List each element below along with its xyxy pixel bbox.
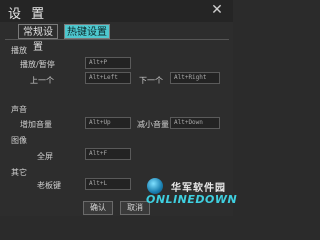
label-play-pause: 播放/暂停 (20, 60, 55, 69)
hotkey-field-next[interactable]: Alt+Right (170, 72, 220, 84)
tab-hotkey-settings[interactable]: 热键设置 (64, 24, 110, 39)
label-volume-down: 减小音量 (137, 120, 169, 129)
hotkey-field-fullscreen[interactable]: Alt+F (85, 148, 131, 160)
label-next: 下一个 (139, 76, 163, 85)
tab-general-settings[interactable]: 常规设置 (18, 24, 58, 53)
section-heading-volume: 声音 (11, 105, 27, 114)
tab-divider (5, 39, 229, 40)
section-heading-image: 图像 (11, 136, 27, 145)
window-title: 设 置 (8, 7, 48, 22)
watermark-top-text: 华军软件园 (171, 183, 226, 194)
hotkey-field-play-pause[interactable]: Alt+P (85, 57, 131, 69)
watermark-logo: 华军软件园 ONLINEDOWN (143, 177, 237, 216)
label-volume-up: 增加音量 (20, 120, 52, 129)
settings-window: 设 置 ✕ 常规设置 热键设置 播放 播放/暂停 Alt+P 上一个 Alt+L… (0, 0, 237, 216)
ok-button[interactable]: 确认 (83, 201, 113, 215)
globe-icon (147, 178, 163, 194)
hotkey-field-previous[interactable]: Alt+Left (85, 72, 131, 84)
label-previous: 上一个 (30, 76, 54, 85)
close-icon[interactable]: ✕ (210, 3, 224, 17)
title-bar: 设 置 ✕ (0, 0, 233, 22)
watermark-bottom-text: ONLINEDOWN (146, 193, 238, 206)
label-boss-key: 老板键 (37, 181, 61, 190)
label-fullscreen: 全屏 (37, 152, 53, 161)
hotkey-field-volume-down[interactable]: Alt+Down (170, 117, 220, 129)
hotkey-field-volume-up[interactable]: Alt+Up (85, 117, 131, 129)
hotkey-field-boss-key[interactable]: Alt+L (85, 178, 131, 190)
section-heading-other: 其它 (11, 168, 27, 177)
section-heading-playback: 播放 (11, 46, 27, 55)
